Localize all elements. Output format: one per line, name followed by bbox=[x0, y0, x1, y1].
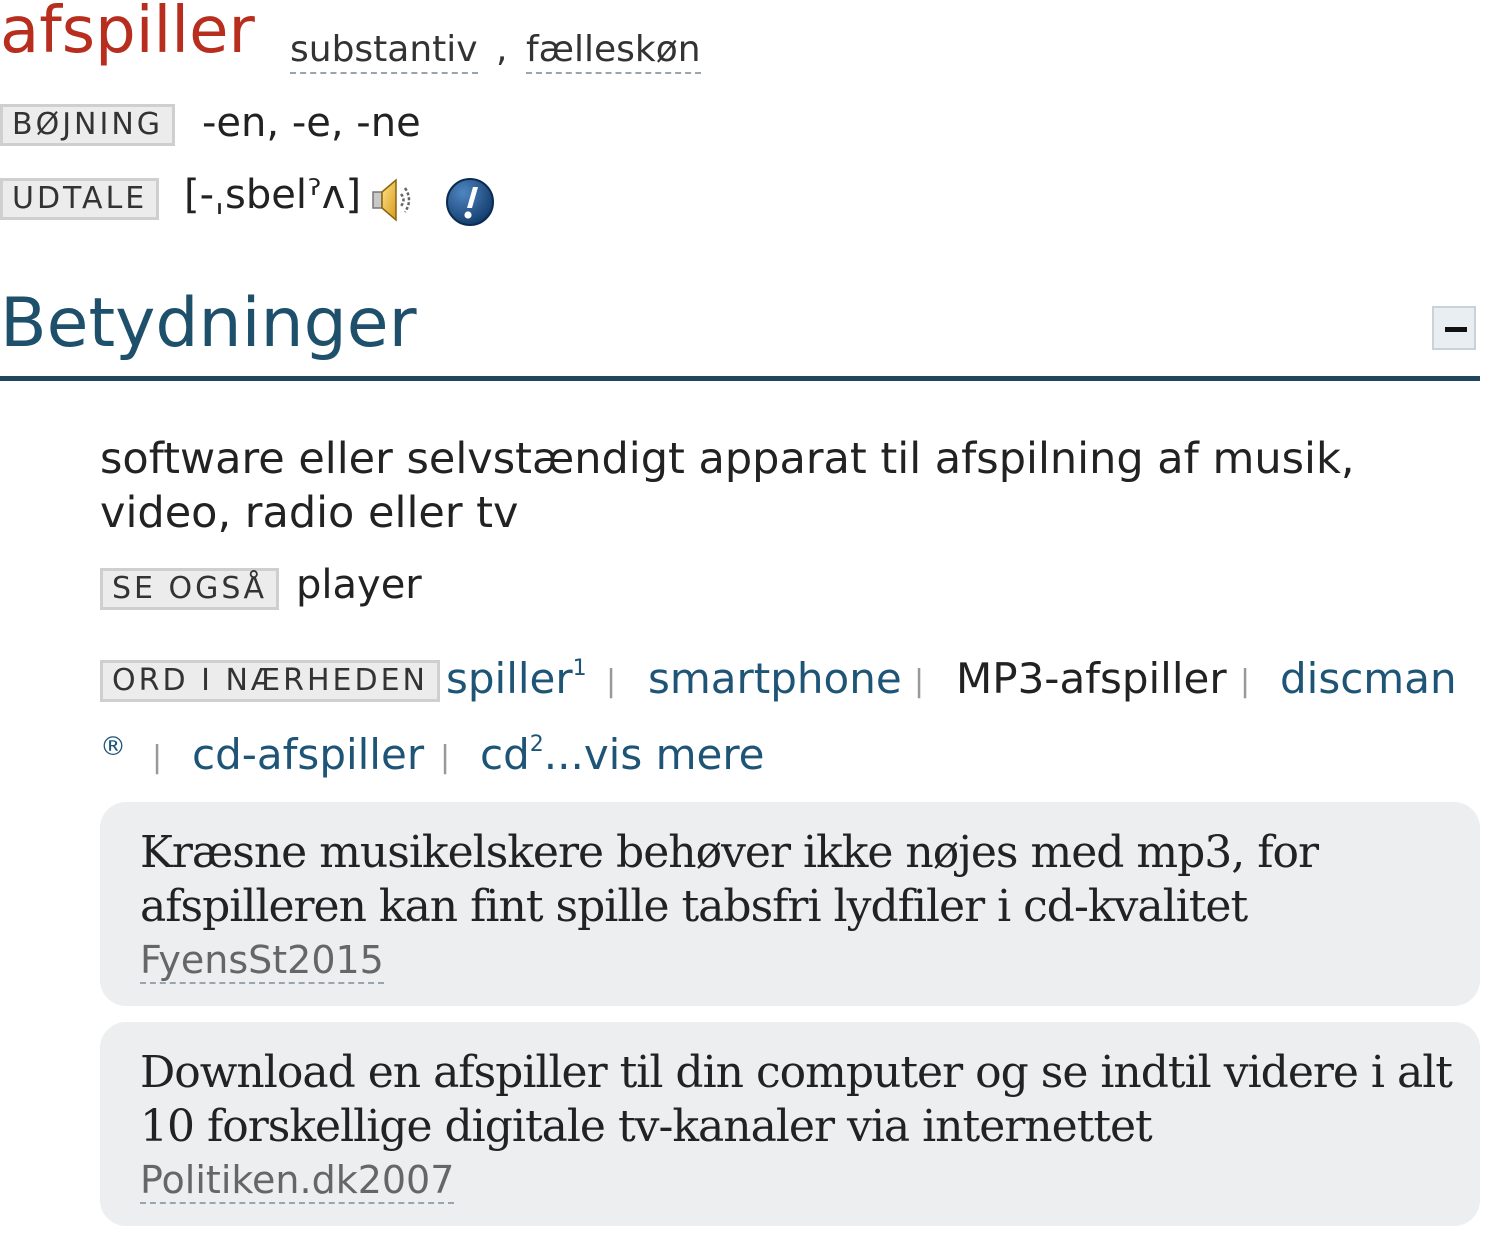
show-more-link[interactable]: ...vis mere bbox=[544, 730, 765, 779]
see-also-label: SE OGSÅ bbox=[100, 568, 279, 610]
nearby-word-link[interactable]: discman bbox=[1280, 654, 1457, 703]
nearby-word-current: MP3-afspiller bbox=[956, 654, 1227, 703]
nearby-word-link[interactable]: smartphone bbox=[648, 654, 902, 703]
word-class-separator: , bbox=[496, 29, 508, 70]
nearby-word-text: spiller bbox=[446, 654, 573, 703]
nearby-word-link[interactable]: cd2...vis mere bbox=[480, 730, 765, 779]
separator: | bbox=[606, 664, 617, 699]
nearby-words-label: ORD I NÆRHEDEN bbox=[100, 660, 440, 702]
nearby-word-text: cd bbox=[480, 730, 530, 779]
example-quote: Download en afspiller til din computer o… bbox=[100, 1022, 1480, 1226]
gender-link[interactable]: fælleskøn bbox=[526, 30, 701, 74]
info-icon[interactable] bbox=[444, 176, 496, 228]
pronunciation-label: UDTALE bbox=[0, 178, 160, 220]
see-also-value: player bbox=[296, 562, 422, 608]
definition-text: software eller selvstændigt apparat til … bbox=[100, 434, 1355, 538]
separator: | bbox=[440, 740, 451, 775]
example-source-link[interactable]: Politiken.dk2007 bbox=[140, 1158, 455, 1204]
registered-mark[interactable]: ® bbox=[100, 732, 126, 762]
example-quote: Kræsne musikelskere behøver ikke nøjes m… bbox=[100, 802, 1480, 1006]
minus-icon bbox=[1445, 327, 1467, 332]
speaker-icon[interactable] bbox=[370, 176, 414, 224]
homograph-number: 2 bbox=[529, 732, 544, 757]
homograph-number: 1 bbox=[572, 656, 587, 681]
separator: | bbox=[1240, 664, 1251, 699]
inflection-label: BØJNING bbox=[0, 104, 176, 146]
example-text: Download en afspiller til din computer o… bbox=[140, 1047, 1453, 1152]
example-text: Kræsne musikelskere behøver ikke nøjes m… bbox=[140, 827, 1319, 932]
section-title-meanings: Betydninger bbox=[0, 284, 417, 363]
section-divider bbox=[0, 376, 1480, 381]
inflection-value: -en, -e, -ne bbox=[202, 100, 421, 146]
separator: | bbox=[152, 740, 163, 775]
nearby-word-link[interactable]: spiller1 bbox=[446, 654, 587, 703]
word-class-link[interactable]: substantiv bbox=[290, 30, 478, 74]
nearby-word-link[interactable]: cd-afspiller bbox=[192, 730, 424, 779]
collapse-section-button[interactable] bbox=[1432, 306, 1476, 350]
headword: afspiller bbox=[0, 0, 255, 68]
pronunciation-value: [-ˌsbelˀʌ] bbox=[184, 172, 362, 218]
example-source-link[interactable]: FyensSt2015 bbox=[140, 938, 384, 984]
separator: | bbox=[914, 664, 925, 699]
